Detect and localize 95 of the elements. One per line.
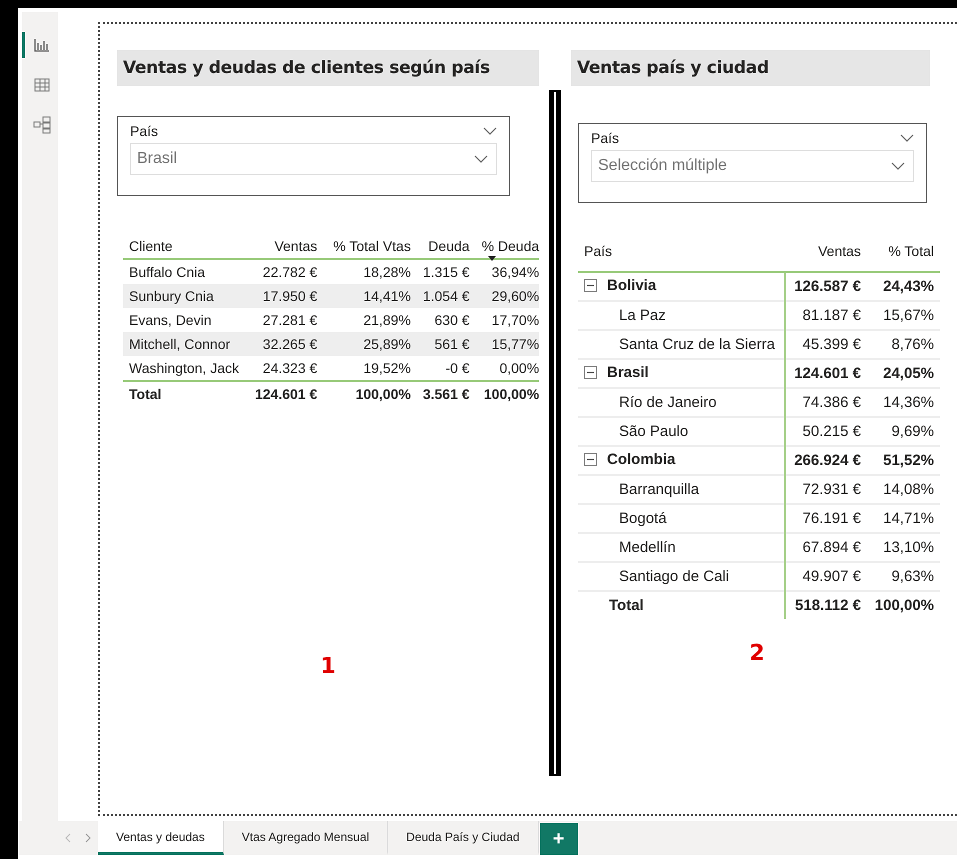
- table-cell: 36,94%: [474, 259, 540, 284]
- collapse-icon[interactable]: [584, 279, 597, 292]
- slicer-label: País: [130, 123, 158, 139]
- table-cell: 1.054 €: [414, 284, 474, 308]
- row-header: Bolivia: [607, 277, 656, 294]
- table-cell: 32.265 €: [244, 332, 324, 356]
- matrix-cell: 81.187 €: [785, 301, 867, 330]
- table-cell: 21,89%: [323, 308, 415, 332]
- chevron-down-icon[interactable]: [483, 127, 497, 135]
- table-cell: Evans, Devin: [123, 308, 245, 332]
- dropdown-field[interactable]: Brasil: [130, 143, 497, 175]
- table-cell: 22.782 €: [244, 259, 324, 284]
- matrix-cell: 14,71%: [866, 504, 940, 533]
- column-header[interactable]: % Deuda: [474, 234, 540, 259]
- model-icon: [32, 116, 50, 134]
- total-cell: 100,00%: [866, 591, 940, 619]
- row-header: Colombia: [607, 451, 676, 468]
- column-header[interactable]: % Total Vtas: [323, 234, 415, 259]
- chevron-down-icon[interactable]: [891, 162, 905, 170]
- matrix-cell: 14,36%: [866, 388, 940, 417]
- matrix-cell: 51,52%: [866, 446, 940, 475]
- total-cell: Total: [123, 381, 245, 406]
- table-cell: 0,00%: [474, 356, 540, 381]
- visual-title: Ventas y deudas de clientes según país: [117, 50, 539, 86]
- matrix-cell: 126.587 €: [785, 272, 867, 301]
- row-header: Barranquilla: [578, 475, 786, 504]
- matrix-cell: 24,43%: [866, 272, 940, 301]
- column-header[interactable]: Ventas: [785, 235, 867, 272]
- matrix-cell: 266.924 €: [785, 446, 867, 475]
- bar-chart-icon: [34, 38, 50, 52]
- row-header: Brasil: [607, 364, 649, 381]
- add-page-button[interactable]: +: [540, 823, 578, 855]
- matrix-cell: 67.894 €: [785, 533, 867, 562]
- matrix-cell: 72.931 €: [785, 475, 867, 504]
- table-cell: 17.950 €: [244, 284, 324, 308]
- table-cell: Mitchell, Connor: [123, 332, 245, 356]
- table-cell: 18,28%: [323, 259, 415, 284]
- visual-title: Ventas país y ciudad: [571, 50, 930, 86]
- table-cell: 630 €: [414, 308, 474, 332]
- matrix-cell: 74.386 €: [785, 388, 867, 417]
- table-cell: 561 €: [414, 332, 474, 356]
- chevron-right-icon[interactable]: [85, 833, 91, 843]
- table-icon: [34, 78, 50, 92]
- column-header[interactable]: % Total: [866, 235, 940, 272]
- matrix-cell: 13,10%: [866, 533, 940, 562]
- visual-number: 1: [320, 654, 336, 679]
- table-cell: 1.315 €: [414, 259, 474, 284]
- matrix-cell: 76.191 €: [785, 504, 867, 533]
- table-cell: 27.281 €: [244, 308, 324, 332]
- row-header: Santa Cruz de la Sierra: [578, 330, 786, 359]
- table-cell: 29,60%: [474, 284, 540, 308]
- total-cell: 124.601 €: [244, 381, 324, 406]
- table-cell: 24.323 €: [244, 356, 324, 381]
- table-cell: Sunbury Cnia: [123, 284, 245, 308]
- dropdown-field[interactable]: Selección múltiple: [591, 150, 914, 182]
- row-header: Medellín: [578, 533, 786, 562]
- matrix-cell: 15,67%: [866, 301, 940, 330]
- slicer-label: País: [591, 130, 620, 146]
- collapse-icon[interactable]: [584, 366, 597, 379]
- matrix-cell: 14,08%: [866, 475, 940, 504]
- table-cell: 19,52%: [323, 356, 415, 381]
- matrix-cell: 49.907 €: [785, 562, 867, 591]
- total-cell: 100,00%: [323, 381, 415, 406]
- total-cell: 3.561 €: [414, 381, 474, 406]
- table-cell: 17,70%: [474, 308, 540, 332]
- total-cell: 518.112 €: [785, 591, 867, 619]
- chevron-down-icon[interactable]: [900, 134, 914, 142]
- page-tab[interactable]: Ventas y deudas: [98, 821, 224, 855]
- row-header: Bogotá: [578, 504, 786, 533]
- table-cell: -0 €: [414, 356, 474, 381]
- column-header[interactable]: Deuda: [414, 234, 474, 259]
- row-header: Río de Janeiro: [578, 388, 786, 417]
- column-header[interactable]: Cliente: [123, 234, 245, 259]
- matrix-cell: 50.215 €: [785, 417, 867, 446]
- table-cell: 25,89%: [323, 332, 415, 356]
- chevron-down-icon[interactable]: [474, 155, 488, 163]
- visual-number: 2: [749, 641, 765, 666]
- table-cell: 15,77%: [474, 332, 540, 356]
- table-cell: 14,41%: [323, 284, 415, 308]
- total-cell: 100,00%: [474, 381, 540, 406]
- table-cell: Washington, Jack: [123, 356, 245, 381]
- row-header: São Paulo: [578, 417, 786, 446]
- total-cell: Total: [578, 591, 786, 619]
- matrix-cell: 124.601 €: [785, 359, 867, 388]
- matrix-cell: 9,69%: [866, 417, 940, 446]
- row-header: Santiago de Cali: [578, 562, 786, 591]
- matrix-cell: 8,76%: [866, 330, 940, 359]
- column-header[interactable]: País: [578, 235, 786, 272]
- row-header: La Paz: [578, 301, 786, 330]
- column-header[interactable]: Ventas: [244, 234, 324, 259]
- collapse-icon[interactable]: [584, 453, 597, 466]
- matrix-cell: 24,05%: [866, 359, 940, 388]
- matrix-cell: 45.399 €: [785, 330, 867, 359]
- table-cell: Buffalo Cnia: [123, 259, 245, 284]
- matrix-cell: 9,63%: [866, 562, 940, 591]
